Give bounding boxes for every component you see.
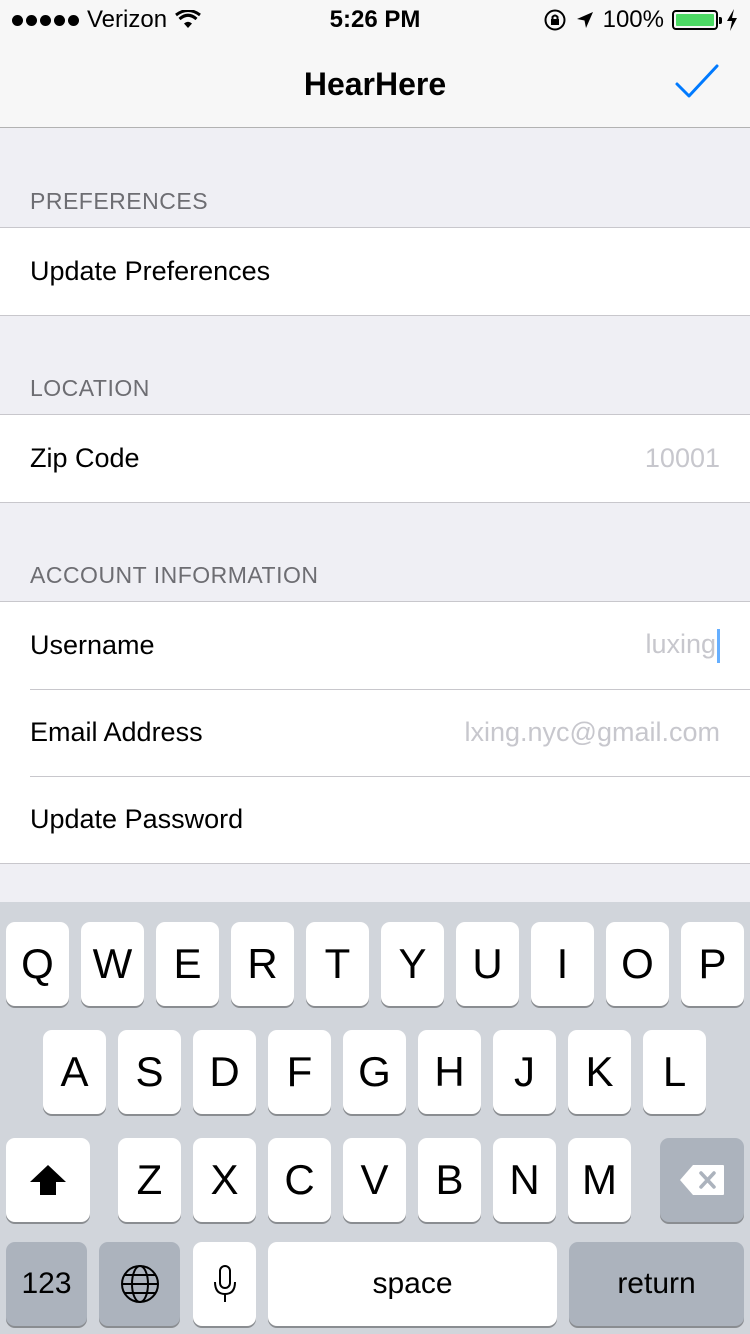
key-k[interactable]: K bbox=[568, 1030, 631, 1114]
update-password-label: Update Password bbox=[30, 804, 244, 834]
update-preferences-row[interactable]: Update Preferences bbox=[0, 228, 750, 315]
text-cursor bbox=[717, 628, 720, 663]
section-header-preferences: PREFERENCES bbox=[30, 188, 209, 214]
key-t[interactable]: T bbox=[306, 922, 369, 1006]
username-row[interactable]: Username luxing bbox=[0, 602, 750, 689]
update-password-row[interactable]: Update Password bbox=[0, 776, 750, 863]
zip-code-field[interactable]: 10001 bbox=[645, 443, 720, 474]
numbers-key[interactable]: 123 bbox=[6, 1242, 87, 1326]
location-group: Zip Code 10001 bbox=[0, 414, 750, 503]
globe-key[interactable] bbox=[99, 1242, 180, 1326]
key-v[interactable]: V bbox=[343, 1138, 406, 1222]
zip-code-row[interactable]: Zip Code 10001 bbox=[0, 415, 750, 502]
email-field[interactable]: lxing.nyc@gmail.com bbox=[465, 717, 721, 748]
return-key[interactable]: return bbox=[569, 1242, 744, 1326]
checkmark-icon[interactable] bbox=[674, 62, 720, 102]
key-f[interactable]: F bbox=[268, 1030, 331, 1114]
key-a[interactable]: A bbox=[43, 1030, 106, 1114]
key-p[interactable]: P bbox=[681, 922, 744, 1006]
key-j[interactable]: J bbox=[493, 1030, 556, 1114]
globe-icon bbox=[120, 1265, 159, 1303]
backspace-icon bbox=[680, 1165, 724, 1195]
space-key[interactable]: space bbox=[268, 1242, 557, 1326]
battery-icon bbox=[672, 10, 722, 30]
battery-percentage: 100% bbox=[602, 6, 664, 33]
key-g[interactable]: G bbox=[343, 1030, 406, 1114]
update-preferences-label: Update Preferences bbox=[30, 256, 271, 286]
orientation-lock-icon bbox=[544, 9, 566, 31]
key-y[interactable]: Y bbox=[381, 922, 444, 1006]
microphone-icon bbox=[213, 1265, 236, 1302]
zip-code-label: Zip Code bbox=[30, 443, 140, 473]
key-q[interactable]: Q bbox=[6, 922, 69, 1006]
charging-bolt-icon bbox=[727, 9, 737, 31]
shift-key[interactable] bbox=[6, 1138, 90, 1222]
email-label: Email Address bbox=[30, 717, 203, 747]
key-z[interactable]: Z bbox=[118, 1138, 181, 1222]
section-header-location: LOCATION bbox=[30, 375, 150, 401]
status-right-group: 100% bbox=[543, 6, 738, 34]
account-group: Username luxing Email Address lxing.nyc@… bbox=[0, 601, 750, 864]
key-d[interactable]: D bbox=[193, 1030, 256, 1114]
key-s[interactable]: S bbox=[118, 1030, 181, 1114]
key-u[interactable]: U bbox=[456, 922, 519, 1006]
key-o[interactable]: O bbox=[606, 922, 669, 1006]
location-arrow-icon bbox=[576, 12, 593, 28]
navigation-bar: HearHere bbox=[0, 40, 750, 128]
status-bar: Verizon 5:26 PM 100% bbox=[0, 0, 750, 40]
key-b[interactable]: B bbox=[418, 1138, 481, 1222]
dictation-key[interactable] bbox=[193, 1242, 256, 1326]
username-label: Username bbox=[30, 630, 155, 660]
section-header-account: ACCOUNT INFORMATION bbox=[30, 562, 319, 588]
email-row[interactable]: Email Address lxing.nyc@gmail.com bbox=[0, 689, 750, 776]
preferences-group: Update Preferences bbox=[0, 227, 750, 316]
page-title: HearHere bbox=[303, 66, 447, 102]
key-r[interactable]: R bbox=[231, 922, 294, 1006]
key-c[interactable]: C bbox=[268, 1138, 331, 1222]
keyboard: Q W E R T Y U I O P A S D F G H J K L Z … bbox=[0, 902, 750, 1334]
key-n[interactable]: N bbox=[493, 1138, 556, 1222]
shift-arrow-icon bbox=[30, 1165, 66, 1195]
key-i[interactable]: I bbox=[531, 922, 594, 1006]
key-e[interactable]: E bbox=[156, 922, 219, 1006]
key-h[interactable]: H bbox=[418, 1030, 481, 1114]
key-l[interactable]: L bbox=[643, 1030, 706, 1114]
key-x[interactable]: X bbox=[193, 1138, 256, 1222]
delete-key[interactable] bbox=[660, 1138, 744, 1222]
key-w[interactable]: W bbox=[81, 922, 144, 1006]
key-m[interactable]: M bbox=[568, 1138, 631, 1222]
username-field[interactable]: luxing bbox=[645, 628, 720, 663]
username-value: luxing bbox=[645, 628, 716, 659]
